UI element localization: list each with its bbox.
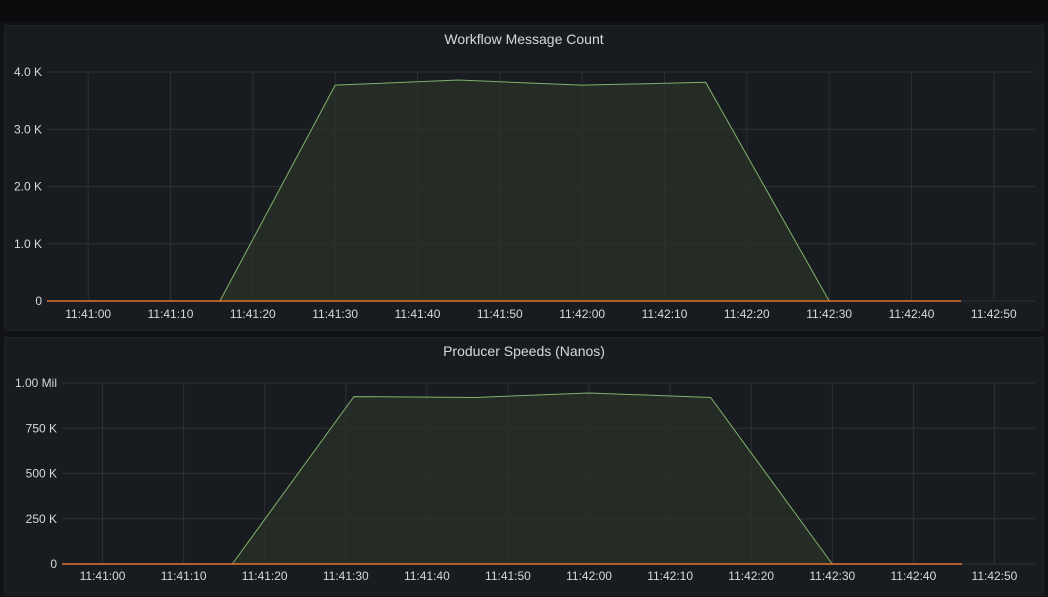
x-tick-label: 11:41:20	[242, 569, 288, 583]
y-tick-label: 1.00 Mil	[15, 376, 57, 390]
x-tick-label: 11:41:30	[323, 569, 369, 583]
y-tick-label: 0	[50, 557, 57, 571]
x-tick-label: 11:41:40	[395, 307, 441, 321]
x-tick-label: 11:41:40	[404, 569, 450, 583]
x-tick-label: 11:42:30	[809, 569, 855, 583]
workflow-message-count-chart: 0 1.0 K 2.0 K 3.0 K 4.0 K 11:41:00 11:41:10 11:…	[14, 65, 1035, 321]
x-tick-label: 11:42:00	[566, 569, 612, 583]
x-tick-label: 11:42:40	[889, 307, 935, 321]
x-tick-label: 11:42:10	[647, 569, 693, 583]
x-tick-label: 11:42:00	[559, 307, 605, 321]
dashboard-top-bar	[0, 0, 1048, 22]
x-tick-label: 11:42:50	[971, 307, 1017, 321]
x-tick-label: 11:41:20	[230, 307, 276, 321]
y-tick-label: 2.0 K	[14, 180, 42, 194]
y-tick-label: 500 K	[26, 467, 57, 481]
x-tick-label: 11:42:20	[724, 307, 770, 321]
x-tick-label: 11:41:30	[312, 307, 358, 321]
x-tick-label: 11:41:50	[485, 569, 531, 583]
series-area	[47, 80, 961, 301]
x-tick-label: 11:42:50	[972, 569, 1018, 583]
y-tick-label: 0	[35, 294, 42, 308]
x-tick-label: 11:41:50	[477, 307, 523, 321]
x-tick-label: 11:41:10	[148, 307, 194, 321]
x-tick-label: 11:41:00	[65, 307, 111, 321]
producer-speeds-chart: 0 250 K 500 K 750 K 1.00 Mil 11:41:00 11:41:10…	[15, 376, 1035, 583]
y-tick-label: 250 K	[26, 512, 57, 526]
x-tick-label: 11:41:00	[80, 569, 126, 583]
y-tick-label: 4.0 K	[14, 65, 42, 79]
y-tick-label: 750 K	[26, 421, 57, 435]
x-tick-label: 11:42:30	[806, 307, 852, 321]
x-tick-label: 11:42:40	[890, 569, 936, 583]
x-tick-label: 11:42:20	[728, 569, 774, 583]
x-tick-label: 11:42:10	[642, 307, 688, 321]
panel-workflow-message-count[interactable]: Workflow Message Count 0 1.0 K 2.0 K 3.0 K4…	[4, 25, 1044, 331]
y-tick-label: 3.0 K	[14, 122, 42, 136]
panel-producer-speeds[interactable]: Producer Speeds (Nanos) 0 250 K 500 K 750 K…	[4, 337, 1044, 596]
series-area	[62, 392, 963, 564]
y-tick-label: 1.0 K	[14, 237, 42, 251]
x-tick-label: 11:41:10	[161, 569, 207, 583]
